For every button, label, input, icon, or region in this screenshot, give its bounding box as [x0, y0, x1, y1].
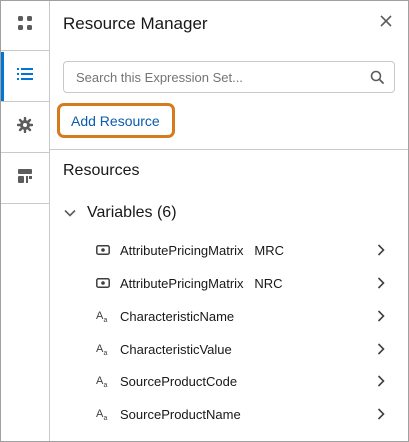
- chevron-right-icon: [376, 342, 386, 356]
- rail-apps-button[interactable]: [1, 1, 49, 51]
- variables-group-toggle[interactable]: Variables (6): [63, 202, 177, 224]
- add-resource-highlight: Add Resource: [57, 103, 175, 138]
- settings-gear-icon: [16, 116, 34, 138]
- resource-manager-window: Resource Manager Add Resource Resour: [0, 0, 409, 442]
- resource-name: AttributePricingMatrix MRC: [120, 243, 284, 258]
- text-type-icon: A a: [96, 374, 110, 388]
- rail-settings-button[interactable]: [1, 103, 49, 153]
- text-type-icon: A a: [96, 407, 110, 421]
- chevron-right-icon: [376, 309, 386, 323]
- divider: [50, 149, 408, 150]
- rail-components-button[interactable]: [1, 154, 49, 204]
- matrix-icon: [96, 276, 110, 290]
- chevron-right-icon: [376, 243, 386, 257]
- resource-row[interactable]: A a CharacteristicName: [50, 301, 408, 331]
- chevron-down-icon: [63, 206, 77, 220]
- chevron-right-icon: [376, 407, 386, 421]
- close-button[interactable]: [378, 15, 394, 31]
- resource-row[interactable]: AttributePricingMatrix NRC: [50, 268, 408, 298]
- resource-name: AttributePricingMatrix NRC: [120, 276, 283, 291]
- close-icon: [380, 14, 392, 32]
- resources-heading: Resources: [63, 162, 140, 179]
- matrix-icon: [96, 243, 110, 257]
- svg-text:a: a: [104, 350, 108, 356]
- resource-row[interactable]: AttributePricingMatrix MRC: [50, 235, 408, 265]
- resource-row[interactable]: A a SourceProductName: [50, 399, 408, 429]
- search-input[interactable]: [64, 62, 364, 92]
- chevron-right-icon: [376, 374, 386, 388]
- resource-name: CharacteristicName: [120, 309, 235, 324]
- search-box: [63, 61, 395, 93]
- text-type-icon: A a: [96, 342, 110, 356]
- search-icon[interactable]: [370, 70, 384, 84]
- svg-text:a: a: [104, 382, 108, 388]
- svg-text:a: a: [104, 415, 108, 421]
- variables-group-label: Variables (6): [87, 204, 177, 221]
- text-type-icon: A a: [96, 309, 110, 323]
- chevron-right-icon: [376, 276, 386, 290]
- svg-text:a: a: [104, 317, 108, 323]
- resource-name: CharacteristicValue: [120, 342, 232, 357]
- add-resource-button[interactable]: Add Resource: [71, 113, 160, 129]
- left-rail: [1, 1, 50, 441]
- resource-name: SourceProductCode: [120, 374, 238, 389]
- list-icon: [17, 67, 33, 86]
- panel-title: Resource Manager: [63, 14, 208, 33]
- resource-row[interactable]: A a SourceProductCode: [50, 366, 408, 396]
- layout-component-icon: [17, 168, 33, 189]
- resource-name: SourceProductName: [120, 407, 241, 422]
- rail-resources-button[interactable]: [1, 52, 49, 102]
- resource-row[interactable]: A a CharacteristicValue: [50, 334, 408, 364]
- resource-panel: Resource Manager Add Resource Resour: [50, 1, 408, 441]
- apps-grid-icon: [17, 15, 33, 36]
